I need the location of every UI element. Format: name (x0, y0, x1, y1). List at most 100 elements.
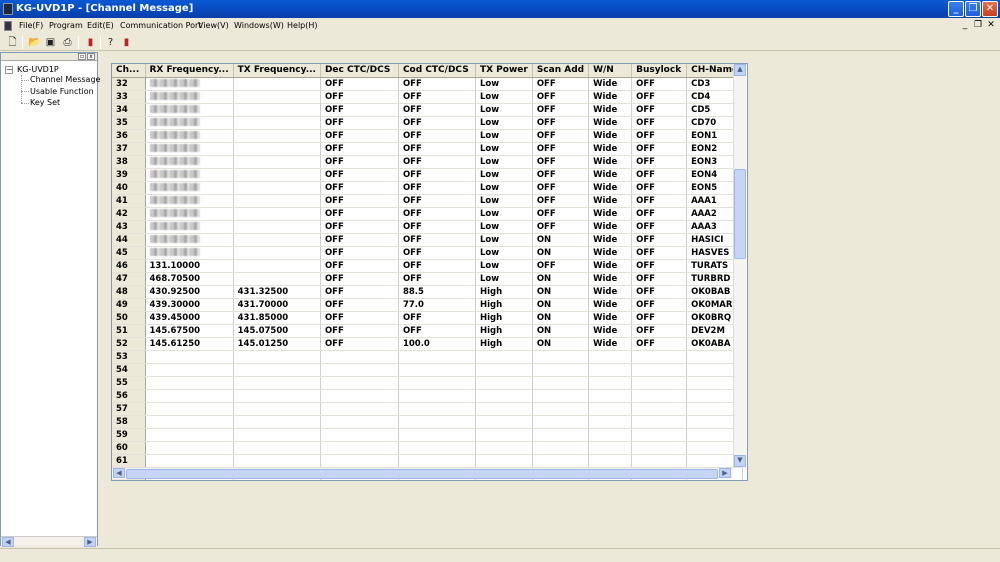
tree-item-usable-function[interactable]: Usable Function (30, 87, 94, 96)
table-row[interactable]: 52 145.61250 145.01250 OFF 100.0 High ON Wide OF… (112, 337, 744, 351)
channel-number-cell[interactable]: 47 (112, 272, 146, 286)
table-cell[interactable] (145, 142, 234, 156)
table-cell[interactable]: Low (475, 207, 533, 221)
table-cell[interactable]: OFF (320, 285, 399, 299)
table-cell[interactable] (320, 350, 399, 364)
tree-horizontal-scrollbar[interactable]: ◀ ▶ (1, 536, 97, 547)
table-cell[interactable]: OFF (398, 103, 476, 117)
print-icon[interactable]: ⎙ (61, 36, 74, 49)
table-cell[interactable] (588, 415, 633, 429)
table-cell[interactable]: OFF (398, 90, 476, 104)
table-cell[interactable] (233, 389, 321, 403)
table-cell[interactable] (398, 389, 476, 403)
write-radio-icon[interactable]: ▮ (120, 36, 133, 49)
channel-number-cell[interactable]: 54 (112, 363, 146, 377)
channel-number-cell[interactable]: 32 (112, 77, 146, 91)
scroll-up-icon[interactable]: ▲ (734, 64, 746, 76)
channel-number-cell[interactable]: 34 (112, 103, 146, 117)
column-header[interactable]: Ch... (112, 64, 146, 78)
table-row[interactable]: 40 OFF OFF Low OFF Wide OFF EON5 (112, 181, 744, 195)
table-cell[interactable]: OFF (398, 324, 476, 338)
table-cell[interactable]: OFF (320, 324, 399, 338)
table-row[interactable]: 36 OFF OFF Low OFF Wide OFF EON1 (112, 129, 744, 143)
table-cell[interactable]: OFF (320, 181, 399, 195)
table-cell[interactable]: 100.0 (398, 337, 476, 351)
table-cell[interactable] (145, 194, 234, 208)
column-header[interactable]: Cod CTC/DCS (398, 64, 476, 78)
table-cell[interactable]: OFF (631, 129, 688, 143)
table-cell[interactable]: OFF (532, 181, 590, 195)
table-cell[interactable] (145, 402, 234, 416)
table-cell[interactable]: OFF (320, 103, 399, 117)
table-cell[interactable]: OFF (398, 142, 476, 156)
table-cell[interactable] (233, 233, 321, 247)
channel-number-cell[interactable]: 36 (112, 129, 146, 143)
table-cell[interactable]: OFF (631, 246, 688, 260)
table-cell[interactable] (233, 155, 321, 169)
table-cell[interactable]: 439.30000 (145, 298, 234, 312)
channel-number-cell[interactable]: 43 (112, 220, 146, 234)
table-cell[interactable] (233, 415, 321, 429)
table-cell[interactable] (145, 389, 234, 403)
table-cell[interactable] (475, 350, 533, 364)
table-cell[interactable]: OFF (631, 298, 688, 312)
table-cell[interactable]: Low (475, 233, 533, 247)
table-cell[interactable]: OFF (631, 285, 688, 299)
table-cell[interactable]: OFF (532, 155, 590, 169)
table-cell[interactable]: OFF (398, 272, 476, 286)
table-cell[interactable] (588, 376, 633, 390)
channel-number-cell[interactable]: 41 (112, 194, 146, 208)
table-cell[interactable]: 145.61250 (145, 337, 234, 351)
table-cell[interactable] (532, 402, 590, 416)
title-bar[interactable]: KG-UVD1P - [Channel Message] _ ❐ ✕ (0, 0, 1000, 18)
channel-number-cell[interactable]: 58 (112, 415, 146, 429)
table-cell[interactable]: 431.32500 (233, 285, 321, 299)
table-cell[interactable] (233, 90, 321, 104)
table-cell[interactable] (233, 207, 321, 221)
table-cell[interactable]: Wide (588, 90, 633, 104)
table-cell[interactable]: Wide (588, 103, 633, 117)
table-cell[interactable]: OFF (320, 194, 399, 208)
table-row[interactable]: 61 (112, 454, 744, 468)
table-row[interactable]: 51 145.67500 145.07500 OFF OFF High ON Wide OFF D… (112, 324, 744, 338)
table-cell[interactable] (398, 428, 476, 442)
channel-number-cell[interactable]: 37 (112, 142, 146, 156)
table-cell[interactable]: OFF (398, 129, 476, 143)
table-cell[interactable] (145, 155, 234, 169)
channel-grid[interactable]: Ch... RX Frequency... TX Frequency... Dec C… (111, 63, 748, 481)
table-cell[interactable] (145, 207, 234, 221)
channel-number-cell[interactable]: 49 (112, 298, 146, 312)
table-cell[interactable]: 430.92500 (145, 285, 234, 299)
table-cell[interactable]: ON (532, 285, 590, 299)
table-cell[interactable]: OFF (398, 311, 476, 325)
table-cell[interactable] (145, 428, 234, 442)
table-cell[interactable]: OFF (631, 168, 688, 182)
channel-number-cell[interactable]: 39 (112, 168, 146, 182)
channel-number-cell[interactable]: 48 (112, 285, 146, 299)
table-cell[interactable] (233, 272, 321, 286)
table-cell[interactable] (145, 181, 234, 195)
table-cell[interactable]: Wide (588, 155, 633, 169)
table-cell[interactable] (398, 402, 476, 416)
table-cell[interactable]: OFF (631, 77, 688, 91)
channel-number-cell[interactable]: 33 (112, 90, 146, 104)
table-row[interactable]: 55 (112, 376, 744, 390)
scroll-left-icon[interactable]: ◀ (2, 537, 14, 547)
channel-number-cell[interactable]: 46 (112, 259, 146, 273)
table-cell[interactable]: 88.5 (398, 285, 476, 299)
table-cell[interactable]: Low (475, 129, 533, 143)
table-cell[interactable] (145, 454, 234, 468)
table-cell[interactable] (145, 77, 234, 91)
table-cell[interactable]: Wide (588, 298, 633, 312)
table-cell[interactable] (631, 389, 688, 403)
vertical-scrollbar[interactable]: ▲ ▼ (733, 64, 746, 467)
table-cell[interactable] (631, 402, 688, 416)
table-cell[interactable]: 468.70500 (145, 272, 234, 286)
table-cell[interactable]: OFF (398, 116, 476, 130)
table-cell[interactable]: OFF (631, 220, 688, 234)
table-cell[interactable] (398, 441, 476, 455)
table-cell[interactable]: OFF (398, 233, 476, 247)
table-cell[interactable] (588, 350, 633, 364)
table-cell[interactable] (233, 220, 321, 234)
table-cell[interactable] (320, 402, 399, 416)
